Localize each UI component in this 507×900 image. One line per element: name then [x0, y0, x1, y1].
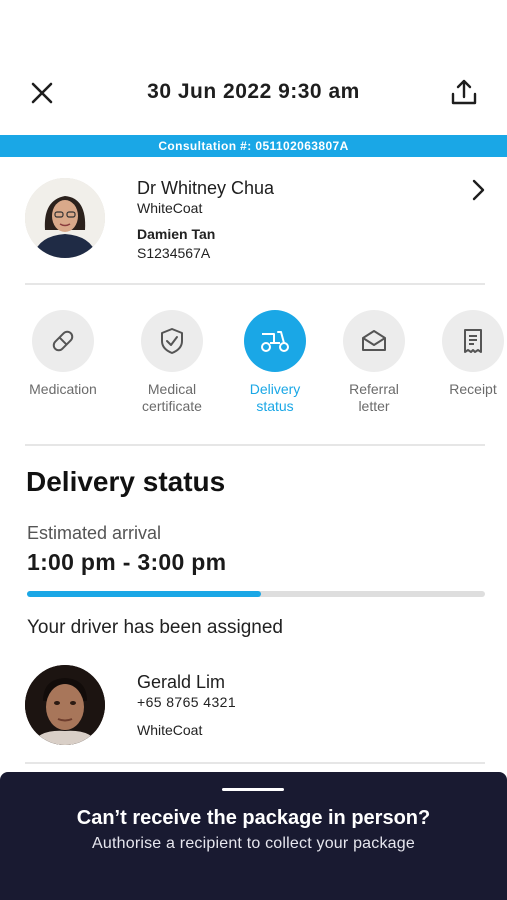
pill-icon: [52, 330, 74, 352]
shield-check-icon: [161, 328, 183, 354]
tab-label: Receipt: [449, 381, 497, 397]
section-title: Delivery status: [26, 466, 226, 497]
driver-assigned-message: Your driver has been assigned: [27, 617, 283, 638]
tab-medical-certificate[interactable]: Medical certificate: [127, 310, 217, 415]
driver-name: Gerald Lim: [137, 672, 226, 692]
chevron-right-icon: [472, 179, 485, 201]
patient-id: S1234567A: [137, 245, 211, 261]
doctor-organisation: WhiteCoat: [137, 200, 203, 216]
patient-name: Damien Tan: [137, 226, 216, 242]
doctor-avatar: [25, 178, 105, 258]
delivery-progress-bar: [27, 591, 485, 597]
record-tabs: Medication Medical certificate Delivery …: [0, 310, 507, 420]
tab-label: Medical certificate: [142, 381, 202, 414]
divider: [25, 283, 485, 285]
estimated-arrival-label: Estimated arrival: [27, 523, 162, 543]
tab-referral-letter[interactable]: Referral letter: [329, 310, 419, 415]
envelope-icon: [362, 330, 386, 351]
share-icon: [451, 79, 477, 105]
driver-phone[interactable]: +65 8765 4321: [137, 694, 236, 710]
top-bar: 30 Jun 2022 9:30 am: [0, 0, 507, 135]
delivery-progress-fill: [27, 591, 261, 597]
tab-label: Medication: [29, 381, 97, 397]
tab-delivery-status[interactable]: Delivery status: [230, 310, 320, 415]
tab-medication[interactable]: Medication: [18, 310, 108, 398]
authorise-recipient-sheet[interactable]: Can’t receive the package in person? Aut…: [0, 772, 507, 900]
sheet-subtitle: Authorise a recipient to collect your pa…: [92, 835, 415, 852]
doctor-card[interactable]: Dr Whitney Chua WhiteCoat Damien Tan S12…: [0, 170, 507, 270]
page-title: 30 Jun 2022 9:30 am: [147, 80, 360, 103]
sheet-title: Can’t receive the package in person?: [76, 807, 431, 829]
driver-organisation: WhiteCoat: [137, 722, 203, 738]
receipt-icon: [464, 329, 482, 353]
tab-label: Referral letter: [349, 381, 399, 414]
doctor-name: Dr Whitney Chua: [137, 178, 275, 198]
scooter-icon: [261, 331, 289, 352]
driver-avatar: [25, 665, 105, 745]
estimated-arrival-time: 1:00 pm - 3:00 pm: [27, 549, 227, 575]
tab-label: Delivery status: [249, 381, 301, 414]
divider: [25, 444, 485, 446]
sheet-drag-handle[interactable]: [222, 788, 284, 791]
consultation-number-banner: Consultation #: 051102063807A: [0, 135, 507, 157]
divider: [25, 762, 485, 764]
share-button[interactable]: [446, 74, 482, 110]
tab-receipt[interactable]: Receipt: [428, 310, 507, 398]
